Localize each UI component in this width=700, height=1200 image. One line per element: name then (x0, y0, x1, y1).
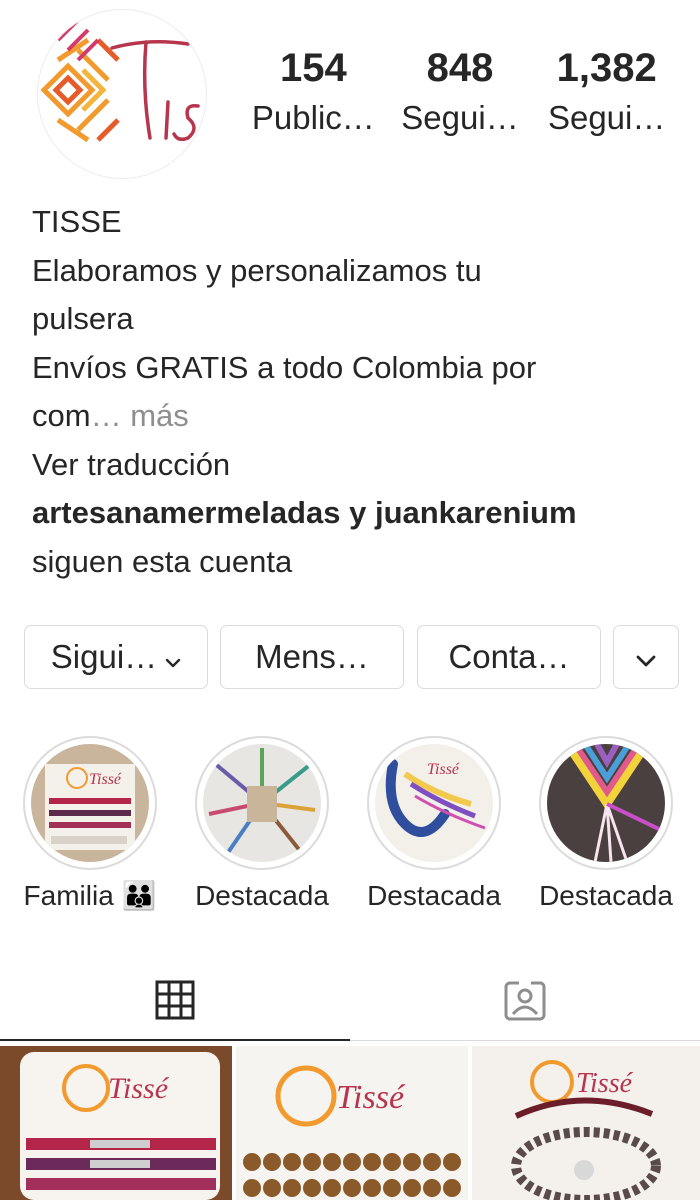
bio-line: Elaboramos y personalizamos tu (32, 252, 482, 288)
stat-posts-label: Public… (251, 99, 375, 136)
post-thumbnail[interactable]: Tissé (236, 1046, 468, 1200)
stat-posts-count: 154 (279, 46, 347, 90)
tab-tagged[interactable] (350, 960, 700, 1040)
highlight-thumbnail (547, 744, 665, 862)
highlight-label: Familia 👪 (23, 880, 157, 911)
more-link[interactable]: más (122, 398, 189, 433)
tagged-icon (504, 980, 546, 1021)
tab-grid[interactable] (0, 960, 350, 1041)
stat-following-label: Segui… (547, 99, 666, 136)
bio-line-text: com (32, 398, 91, 433)
post-thumbnail[interactable]: Tissé (0, 1046, 232, 1200)
stat-followers-count: 848 (426, 46, 494, 90)
stat-following-count: 1,382 (556, 46, 657, 90)
chevron-down-icon (165, 638, 181, 676)
followed-by: artesanamermeladas y juankarenium (32, 489, 672, 538)
profile-bio: TISSE Elaboramos y personalizamos tu pul… (32, 198, 672, 586)
profile-avatar[interactable] (38, 10, 206, 178)
tisse-logo (40, 18, 200, 143)
bio-line: Envíos GRATIS a todo Colombia por (32, 349, 537, 385)
svg-text:Tissé: Tissé (89, 771, 122, 788)
svg-text:Tissé: Tissé (108, 1072, 170, 1105)
stat-followers[interactable]: 848 Segui… (387, 44, 534, 138)
contact-button[interactable]: Conta… (417, 625, 601, 689)
followed-by-user[interactable]: artesanamermeladas (32, 495, 340, 530)
profile-stats: 154 Public… 848 Segui… 1,382 Segui… (240, 44, 680, 138)
highlight-destacada-3[interactable] (539, 736, 673, 870)
svg-text:Tissé: Tissé (576, 1068, 634, 1099)
suggested-dropdown-button[interactable] (613, 625, 679, 689)
highlight-destacada-1[interactable] (195, 736, 329, 870)
stat-followers-label: Segui… (401, 99, 519, 136)
bio-line: pulsera (32, 301, 134, 336)
message-button-label: Mens… (255, 638, 369, 675)
highlight-thumbnail: Tissé (375, 744, 493, 862)
post-thumbnail[interactable]: Tissé (472, 1046, 700, 1200)
profile-name: TISSE (32, 204, 122, 239)
followed-by-and: y (340, 495, 375, 530)
highlight-label: Destacada (195, 880, 329, 911)
contact-button-label: Conta… (448, 638, 570, 675)
bio-line-truncated: com… más (32, 392, 672, 441)
highlight-label: Destacada (539, 880, 673, 911)
bio-ellipsis: … (90, 398, 122, 433)
profile-tabs (0, 960, 700, 1041)
highlight-thumbnail (203, 744, 321, 862)
followed-by-user[interactable]: juankarenium (375, 495, 577, 530)
chevron-down-icon (635, 638, 657, 676)
followed-by-suffix: siguen esta cuenta (32, 543, 293, 579)
following-button-label: Sigui… (50, 638, 158, 675)
highlight-thumbnail: Tissé (31, 744, 149, 862)
highlight-familia[interactable]: Tissé (23, 736, 157, 870)
message-button[interactable]: Mens… (220, 625, 404, 689)
stat-following[interactable]: 1,382 Segui… (533, 44, 680, 138)
highlight-destacada-2[interactable]: Tissé (367, 736, 501, 870)
grid-icon (155, 980, 195, 1020)
highlight-label: Destacada (367, 880, 501, 911)
translate-link[interactable]: Ver traducción (32, 441, 672, 490)
svg-text:Tissé: Tissé (427, 761, 460, 778)
following-button[interactable]: Sigui… (24, 625, 208, 689)
svg-text:Tissé: Tissé (336, 1079, 406, 1116)
stat-posts[interactable]: 154 Public… (240, 44, 387, 138)
